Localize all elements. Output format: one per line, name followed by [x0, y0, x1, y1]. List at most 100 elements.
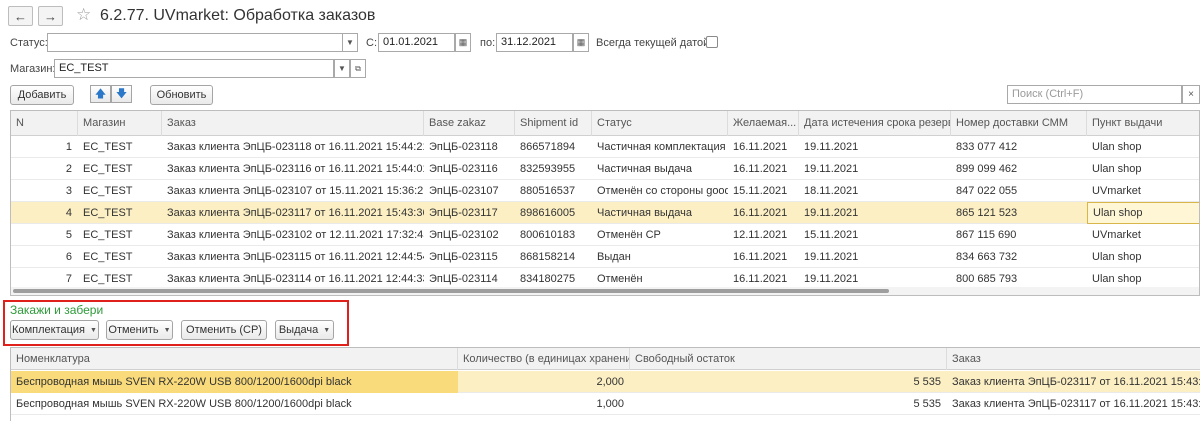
cell-base-zakaz: ЭпЦБ-023102 — [429, 229, 499, 241]
col-status[interactable]: Статус — [592, 111, 728, 136]
col-shop[interactable]: Магазин — [78, 111, 162, 136]
chevron-down-icon: ▼ — [323, 326, 331, 334]
back-arrow-icon[interactable]: ← — [8, 6, 33, 26]
cell-order: Заказ клиента ЭпЦБ-023118 от 16.11.2021 … — [167, 141, 424, 153]
table-row[interactable]: 1 EC_TEST Заказ клиента ЭпЦБ-023118 от 1… — [11, 136, 1199, 158]
cell-order: Заказ клиента ЭпЦБ-023117 от 16.11.2021 … — [952, 376, 1200, 388]
col-order[interactable]: Заказ — [947, 348, 1200, 370]
cell-base-zakaz: ЭпЦБ-023107 — [429, 185, 499, 197]
move-up-icon[interactable]: 🡅 — [90, 85, 111, 103]
cell-desired-date: 12.11.2021 — [733, 229, 788, 241]
always-today-checkbox[interactable] — [706, 36, 718, 48]
col-delivery-number[interactable]: Номер доставки СММ — [951, 111, 1087, 136]
col-reserve-expiry[interactable]: Дата истечения срока резерва — [799, 111, 951, 136]
scrollbar-thumb[interactable] — [13, 289, 889, 293]
add-button[interactable]: Добавить — [10, 85, 74, 105]
table-row-selected[interactable]: Беспроводная мышь SVEN RX-220W USB 800/1… — [11, 371, 1200, 393]
search-input[interactable]: Поиск (Ctrl+F) — [1007, 85, 1182, 104]
table-row[interactable]: 6 EC_TEST Заказ клиента ЭпЦБ-023115 от 1… — [11, 246, 1199, 268]
cell-desired-date: 16.11.2021 — [733, 207, 788, 219]
cell-n: 1 — [65, 141, 72, 153]
cell-status: Частичная выдача — [597, 163, 692, 175]
cell-base-zakaz: ЭпЦБ-023117 — [429, 207, 498, 219]
items-table: Номенклатура Количество (в единицах хран… — [10, 347, 1200, 421]
cell-free-stock: 5 535 — [913, 376, 941, 388]
issue-button-label: Выдача — [278, 324, 319, 336]
col-pickup-point[interactable]: Пункт выдачи — [1087, 111, 1199, 136]
cell-n: 4 — [65, 207, 72, 219]
cell-n: 5 — [65, 229, 72, 241]
cell-shop: EC_TEST — [83, 163, 133, 175]
issue-button[interactable]: Выдача ▼ — [275, 320, 334, 340]
calendar-icon[interactable]: ▦ — [573, 33, 589, 52]
cell-status: Частичная комплектация — [597, 141, 726, 153]
chevron-down-icon: ▼ — [90, 326, 97, 334]
col-base-zakaz[interactable]: Base zakaz — [424, 111, 515, 136]
cell-shop: EC_TEST — [83, 141, 133, 153]
shop-field[interactable]: EC_TEST — [54, 59, 334, 78]
cell-shipment-id: 880516537 — [520, 185, 576, 197]
date-to-label: по: — [480, 37, 496, 49]
cell-desired-date: 16.11.2021 — [733, 163, 788, 175]
calendar-icon[interactable]: ▦ — [455, 33, 471, 52]
items-table-header: Номенклатура Количество (в единицах хран… — [11, 348, 1200, 370]
cell-delivery-number: 834 663 732 — [956, 251, 1018, 263]
col-free-stock[interactable]: Свободный остаток — [630, 348, 947, 370]
shop-label: Магазин: — [10, 63, 56, 75]
table-row[interactable]: 5 EC_TEST Заказ клиента ЭпЦБ-023102 от 1… — [11, 224, 1199, 246]
status-dropdown-icon[interactable]: ▼ — [342, 33, 358, 52]
move-down-icon[interactable]: 🡇 — [111, 85, 132, 103]
cell-order: Заказ клиента ЭпЦБ-023107 от 15.11.2021 … — [167, 185, 424, 197]
date-to-field[interactable]: 31.12.2021 — [496, 33, 573, 52]
cell-nomenclature: Беспроводная мышь SVEN RX-220W USB 800/1… — [11, 371, 458, 393]
shop-dropdown-icon[interactable]: ▼ — [334, 59, 350, 78]
cell-pickup-point: Ulan shop — [1092, 163, 1142, 175]
open-link-icon[interactable]: ⧉ — [350, 59, 366, 78]
cell-quantity: 2,000 — [596, 376, 624, 388]
table-row-selected[interactable]: 4 EC_TEST Заказ клиента ЭпЦБ-023117 от 1… — [11, 202, 1199, 224]
table-row[interactable]: Беспроводная мышь SVEN RX-220W USB 800/1… — [11, 393, 1200, 415]
cell-delivery-number: 867 115 690 — [956, 229, 1017, 241]
cell-free-stock: 5 535 — [913, 398, 941, 410]
favorite-star-icon[interactable]: ☆ — [76, 5, 91, 25]
cell-order: Заказ клиента ЭпЦБ-023117 от 16.11.2021 … — [952, 398, 1200, 410]
cell-quantity: 1,000 — [596, 398, 624, 410]
cell-pickup-point-current[interactable]: Ulan shop — [1087, 202, 1199, 224]
cell-base-zakaz: ЭпЦБ-023115 — [429, 251, 498, 263]
cancel-cp-button[interactable]: Отменить (СР) — [181, 320, 267, 340]
cell-reserve-expiry: 19.11.2021 — [804, 141, 859, 153]
date-from-label: С: — [366, 37, 377, 49]
col-nomenclature[interactable]: Номенклатура — [11, 348, 458, 370]
cell-order: Заказ клиента ЭпЦБ-023102 от 12.11.2021 … — [167, 229, 424, 241]
cell-delivery-number: 833 077 412 — [956, 141, 1018, 153]
cell-nomenclature: Беспроводная мышь SVEN RX-220W USB 800/1… — [16, 398, 352, 410]
cell-delivery-number: 865 121 523 — [956, 207, 1018, 219]
cell-shop: EC_TEST — [83, 251, 133, 263]
col-shipment-id[interactable]: Shipment id — [515, 111, 592, 136]
date-from-field[interactable]: 01.01.2021 — [378, 33, 455, 52]
cell-pickup-point: Ulan shop — [1092, 141, 1142, 153]
table-row[interactable]: 2 EC_TEST Заказ клиента ЭпЦБ-023116 от 1… — [11, 158, 1199, 180]
col-n[interactable]: N — [11, 111, 78, 136]
orders-table-header: N Магазин Заказ Base zakaz Shipment id С… — [11, 111, 1199, 136]
cell-shop: EC_TEST — [83, 229, 133, 241]
cell-n: 2 — [65, 163, 72, 175]
cell-pickup-point: Ulan shop — [1092, 251, 1142, 263]
col-quantity[interactable]: Количество (в единицах хранения) — [458, 348, 630, 370]
refresh-button[interactable]: Обновить — [150, 85, 213, 105]
col-desired-date[interactable]: Желаемая... — [728, 111, 799, 136]
cell-status: Частичная выдача — [597, 207, 692, 219]
picking-button-label: Комплектация — [12, 324, 85, 336]
search-clear-icon[interactable]: × — [1182, 85, 1200, 104]
cell-desired-date: 15.11.2021 — [733, 185, 788, 197]
cancel-button[interactable]: Отменить ▼ — [106, 320, 173, 340]
cell-n: 3 — [65, 185, 72, 197]
picking-button[interactable]: Комплектация ▼ — [10, 320, 99, 340]
horizontal-scrollbar[interactable] — [11, 287, 1199, 295]
forward-arrow-icon[interactable]: → — [38, 6, 63, 26]
col-order[interactable]: Заказ — [162, 111, 424, 136]
table-row[interactable]: 3 EC_TEST Заказ клиента ЭпЦБ-023107 от 1… — [11, 180, 1199, 202]
cell-desired-date: 16.11.2021 — [733, 141, 788, 153]
status-field[interactable] — [47, 33, 343, 52]
cell-status: Отменён со стороны goods — [597, 185, 728, 197]
